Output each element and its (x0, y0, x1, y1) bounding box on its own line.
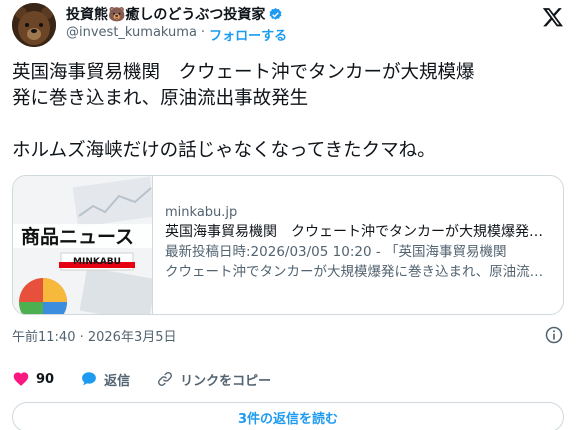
tweet-text: 英国海事貿易機関 クウェート沖でタンカーが大規模爆 発に巻き込まれ、原油流出事故… (12, 60, 564, 164)
info-icon[interactable] (544, 325, 564, 345)
display-name[interactable]: 投資熊🐻癒しのどうぶつ投資家 (66, 4, 265, 24)
card-domain: minkabu.jp (165, 205, 238, 220)
handle-row: @invest_kumakuma · フォローする (66, 25, 287, 44)
tweet-header: 投資熊🐻癒しのどうぶつ投資家 @invest_kumakuma · フォローする (12, 0, 564, 50)
reply-label: 返信 (104, 373, 131, 389)
tweet-text-line: 英国海事貿易機関 クウェート沖でタンカーが大規模爆 (12, 62, 475, 83)
link-icon (158, 372, 173, 386)
tweet-text-line: ホルムズ海峡だけの話じゃなくなってきたクマね。 (12, 140, 436, 161)
card-thumb-title: 商品ニュース (21, 225, 134, 248)
card-thumb-brand: MINKABU (73, 257, 121, 267)
handle[interactable]: @invest_kumakuma (66, 25, 197, 44)
tweet-text-line: 発に巻き込まれ、原油流出事故発生 (12, 88, 309, 109)
timestamp[interactable]: 午前11:40 · 2026年3月5日 (12, 326, 177, 345)
copy-link-button[interactable]: リンクをコピー (156, 370, 271, 389)
speech-bubble-icon (82, 372, 96, 386)
card-title[interactable]: 英国海事貿易機関 クウェート沖でタンカーが大規模爆発に巻き込まれ、原油流出事故発… (165, 222, 555, 242)
follow-button[interactable]: フォローする (209, 25, 287, 44)
reply-button[interactable]: 返信 (80, 370, 130, 389)
card-description: 最新投稿日時:2026/03/05 10:20 - 「英国海事貿易機関 (165, 244, 507, 260)
display-name-row[interactable]: 投資熊🐻癒しのどうぶつ投資家 (66, 4, 283, 24)
copy-link-label: リンクをコピー (180, 373, 272, 389)
card-description: クウェート沖でタンカーが大規模爆発に巻き込まれ、原油流出事故発生 (165, 264, 555, 280)
verified-badge-icon (270, 7, 282, 20)
card-body: minkabu.jp 英国海事貿易機関 クウェート沖でタンカーが大規模爆発に巻き… (165, 204, 555, 282)
timestamp-row: 午前11:40 · 2026年3月5日 (12, 324, 564, 346)
like-button[interactable]: 90 (12, 370, 54, 388)
avatar[interactable] (12, 3, 56, 47)
read-replies-button[interactable]: 3件の返信を読む (12, 402, 564, 430)
separator: · (200, 25, 206, 40)
heart-icon (13, 372, 29, 386)
like-count: 90 (36, 371, 55, 387)
action-bar: 90 返信 リンクをコピー (12, 368, 564, 390)
link-preview-card[interactable]: 商品ニュース MINKABU minkabu.jp 英国海事貿易機関 クウェート… (12, 175, 564, 315)
card-thumbnail: 商品ニュース MINKABU (13, 176, 153, 314)
x-logo-icon[interactable] (542, 6, 564, 28)
